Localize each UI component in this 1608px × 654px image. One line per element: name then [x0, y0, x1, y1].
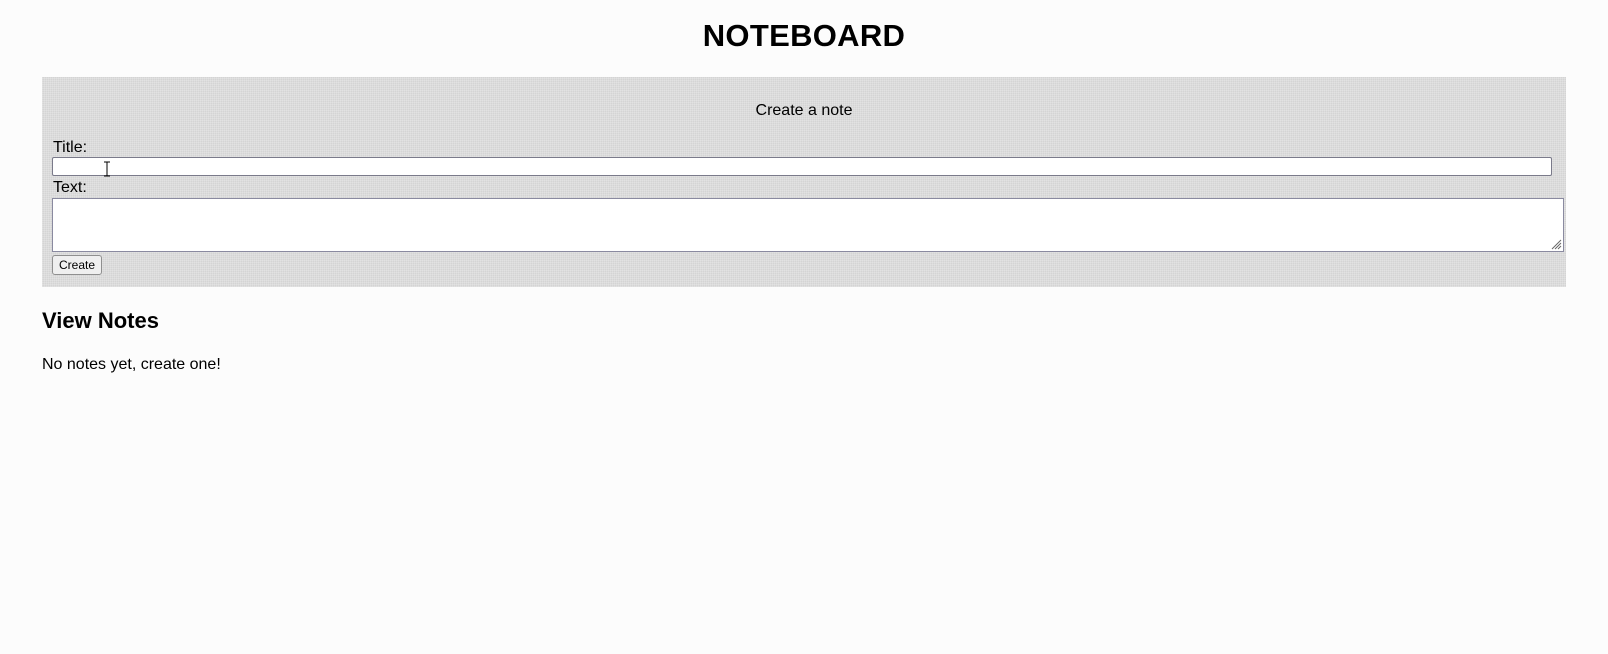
create-note-heading: Create a note: [755, 102, 853, 119]
text-input[interactable]: [52, 198, 1564, 252]
empty-notes-message: No notes yet, create one!: [42, 356, 221, 373]
text-label: Text:: [53, 179, 87, 196]
view-notes-heading: View Notes: [42, 308, 159, 333]
title-label: Title:: [53, 139, 88, 156]
create-note-form: Create a note Title: Text: Create: [42, 77, 1566, 287]
title-input[interactable]: [52, 157, 1552, 176]
create-button[interactable]: Create: [52, 255, 103, 275]
resize-handle-icon[interactable]: [1550, 238, 1562, 250]
page-title: NOTEBOARD: [702, 18, 906, 53]
